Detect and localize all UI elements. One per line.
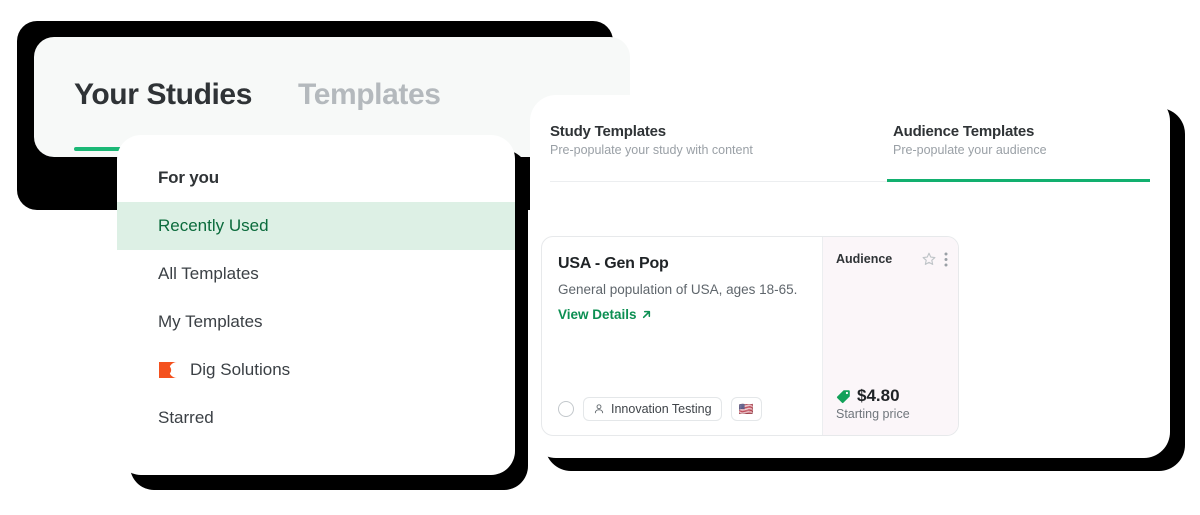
tab-study-templates-title: Study Templates (550, 123, 666, 140)
side-panel-actions (921, 251, 948, 267)
dig-solutions-logo-icon (158, 359, 180, 381)
screenshot-stage: Your Studies Templates Study Templates P… (0, 0, 1200, 515)
dropdown-item-recently-used[interactable]: Recently Used (117, 202, 515, 250)
dropdown-item-label: Dig Solutions (190, 360, 291, 379)
chip-innovation-testing[interactable]: Innovation Testing (583, 397, 722, 421)
templates-panel: Study Templates Pre-populate your study … (530, 95, 1170, 458)
kebab-menu-icon[interactable] (944, 252, 948, 267)
audience-card-side-panel: Audience $4.80 Starting price (822, 237, 958, 435)
dropdown-item-label: Starred (158, 408, 214, 427)
price-caption: Starting price (836, 407, 910, 421)
tab-templates[interactable]: Templates (298, 78, 441, 112)
audience-card-footer: Innovation Testing 🇺🇸 (558, 397, 762, 421)
tab-audience-templates[interactable]: Audience Templates Pre-populate your aud… (893, 123, 1047, 157)
dropdown-item-dig-solutions[interactable]: Dig Solutions (117, 346, 515, 394)
dropdown-item-label: All Templates (158, 264, 259, 283)
dropdown-item-my-templates[interactable]: My Templates (117, 298, 515, 346)
audience-card-title: USA - Gen Pop (558, 255, 669, 272)
audience-card-main: USA - Gen Pop General population of USA,… (542, 237, 822, 435)
tab-study-templates-subtitle: Pre-populate your study with content (550, 143, 753, 157)
audience-template-card[interactable]: USA - Gen Pop General population of USA,… (541, 236, 959, 436)
side-panel-header: Audience (836, 251, 948, 267)
dropdown-item-label: My Templates (158, 312, 263, 331)
audience-tab-active-underline (887, 179, 1150, 182)
dropdown-item-starred[interactable]: Starred (117, 394, 515, 442)
price-tag-icon (836, 389, 851, 404)
tab-audience-templates-subtitle: Pre-populate your audience (893, 143, 1047, 157)
price-row: $4.80 (836, 386, 910, 406)
studies-tab-bar: Your Studies Templates (74, 78, 441, 112)
price-value: $4.80 (857, 386, 900, 405)
view-details-link[interactable]: View Details (558, 307, 653, 322)
tab-audience-templates-title: Audience Templates (893, 123, 1035, 140)
tab-your-studies[interactable]: Your Studies (74, 78, 252, 112)
dropdown-heading: For you (158, 168, 219, 187)
tab-study-templates[interactable]: Study Templates Pre-populate your study … (550, 123, 753, 157)
for-you-dropdown: For you Recently Used All Templates My T… (117, 135, 515, 475)
chip-country-flag[interactable]: 🇺🇸 (730, 397, 762, 421)
dropdown-item-all-templates[interactable]: All Templates (117, 250, 515, 298)
price-block: $4.80 Starting price (836, 386, 910, 421)
dropdown-item-label: Recently Used (158, 216, 269, 235)
us-flag-icon: 🇺🇸 (738, 402, 754, 416)
audience-card-description: General population of USA, ages 18-65. (558, 282, 798, 297)
star-outline-icon[interactable] (921, 251, 937, 267)
dropdown-list: Recently Used All Templates My Templates… (117, 202, 515, 442)
audience-type-label: Audience (836, 252, 893, 266)
select-radio[interactable] (558, 401, 574, 417)
chip-label: Innovation Testing (611, 402, 712, 416)
person-icon (593, 403, 605, 415)
view-details-label: View Details (558, 307, 637, 322)
arrow-up-right-icon (640, 308, 653, 321)
templates-tab-header: Study Templates Pre-populate your study … (530, 95, 1170, 183)
